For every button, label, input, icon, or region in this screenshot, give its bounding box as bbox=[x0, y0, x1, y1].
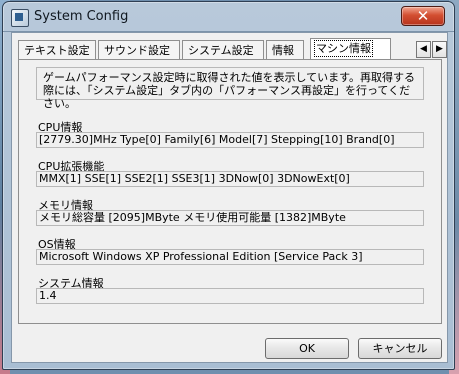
os-info-value: Microsoft Windows XP Professional Editio… bbox=[36, 249, 424, 265]
tab-system-settings[interactable]: システム設定 bbox=[182, 40, 264, 60]
ok-button[interactable]: OK bbox=[265, 338, 349, 359]
tab-sound-settings[interactable]: サウンド設定 bbox=[98, 40, 180, 60]
tab-strip: テキスト設定 サウンド設定 システム設定 情報 マシン情報 ◀ ▶ bbox=[18, 38, 447, 61]
chevron-right-icon: ▶ bbox=[436, 44, 443, 54]
dialog-client-area: テキスト設定 サウンド設定 システム設定 情報 マシン情報 ◀ ▶ ゲームパフォ… bbox=[11, 32, 448, 363]
cpu-extensions-value: MMX[1] SSE[1] SSE2[1] SSE3[1] 3DNow[0] 3… bbox=[36, 171, 424, 187]
system-config-window: System Config ✕ テキスト設定 サウンド設定 システム設定 情報 … bbox=[2, 1, 455, 370]
tab-scroll-right-button[interactable]: ▶ bbox=[432, 41, 447, 58]
cpu-info-value: [2779.30]MHz Type[0] Family[6] Model[7] … bbox=[36, 132, 424, 148]
description-line-1: ゲームパフォーマンス設定時に取得された値を表示しています。再取得する bbox=[43, 71, 416, 84]
cancel-button[interactable]: キャンセル bbox=[358, 338, 442, 359]
window-title: System Config bbox=[34, 9, 129, 24]
description-line-2: 際には、「システム設定」タブ内の「パフォーマンス再設定」を行ってください。 bbox=[43, 84, 411, 110]
tab-label: サウンド設定 bbox=[104, 44, 170, 57]
close-icon: ✕ bbox=[416, 7, 430, 25]
tab-scroll-left-button[interactable]: ◀ bbox=[416, 41, 431, 58]
tab-machine-info[interactable]: マシン情報 bbox=[310, 38, 391, 61]
system-info-value: 1.4 bbox=[36, 288, 424, 304]
tab-info[interactable]: 情報 bbox=[266, 40, 304, 60]
tab-label: 情報 bbox=[272, 44, 294, 57]
tab-text-settings[interactable]: テキスト設定 bbox=[18, 40, 96, 60]
chevron-left-icon: ◀ bbox=[420, 44, 427, 54]
tab-label: テキスト設定 bbox=[24, 44, 90, 57]
memory-info-value: メモリ総容量 [2095]MByte メモリ使用可能量 [1382]MByte bbox=[36, 210, 424, 226]
close-button[interactable]: ✕ bbox=[401, 6, 445, 26]
tab-label: システム設定 bbox=[188, 44, 254, 57]
title-bar[interactable]: System Config ✕ bbox=[3, 2, 454, 32]
tab-label: マシン情報 bbox=[314, 40, 373, 57]
machine-info-panel: ゲームパフォーマンス設定時に取得された値を表示しています。再取得する 際には、「… bbox=[18, 59, 442, 324]
app-icon bbox=[11, 9, 29, 27]
machine-info-description: ゲームパフォーマンス設定時に取得された値を表示しています。再取得する 際には、「… bbox=[36, 67, 424, 110]
